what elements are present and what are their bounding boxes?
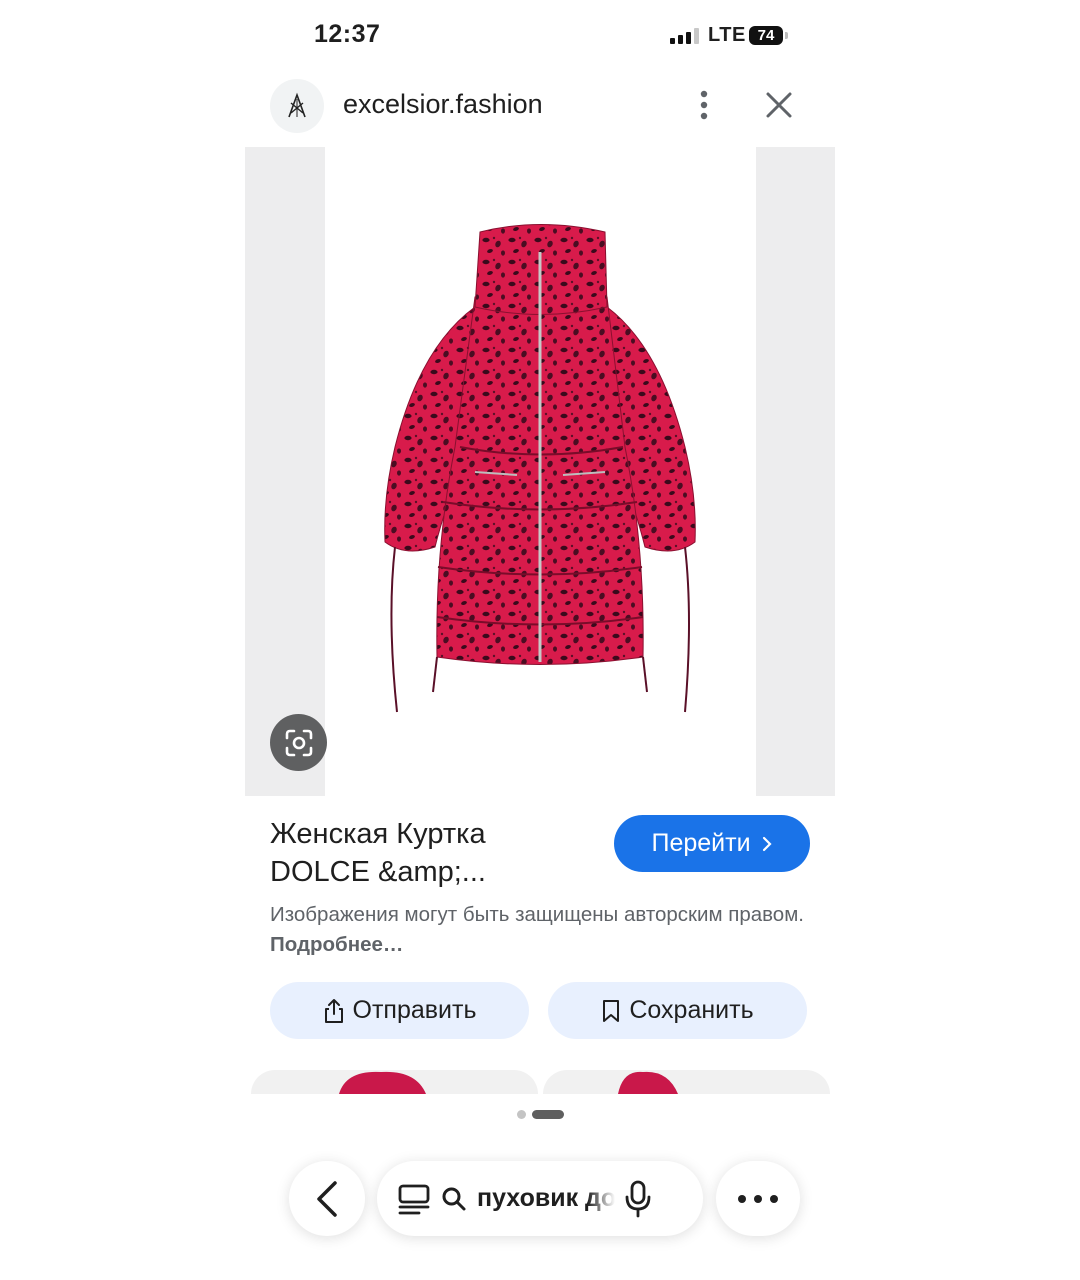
visit-label: Перейти <box>651 829 751 857</box>
mic-icon[interactable] <box>625 1180 651 1218</box>
lens-button[interactable] <box>270 714 327 771</box>
share-label: Отправить <box>352 996 477 1024</box>
jacket-illustration <box>384 224 696 713</box>
copyright-text: Изображения могут быть защищены авторски… <box>270 903 805 926</box>
share-icon <box>324 998 343 1023</box>
close-icon[interactable] <box>760 86 798 124</box>
site-logo[interactable] <box>270 79 324 133</box>
product-title: Женская Куртка DOLCE &amp;... <box>270 815 590 891</box>
signal-icon <box>670 28 700 44</box>
search-bar[interactable]: пуховик до <box>377 1161 703 1236</box>
related-thumbnail[interactable] <box>251 1070 538 1094</box>
more-menu-button[interactable] <box>716 1161 800 1236</box>
tabs-icon[interactable] <box>397 1182 431 1216</box>
bookmark-icon <box>603 999 620 1022</box>
back-arrow-icon <box>317 1180 337 1217</box>
product-title-line1: Женская Куртка <box>270 818 486 850</box>
share-button[interactable]: Отправить <box>270 982 529 1039</box>
site-logo-mark <box>288 92 306 118</box>
site-name[interactable]: excelsior.fashion <box>343 89 543 120</box>
product-title-line2: DOLCE &amp;... <box>270 856 486 888</box>
back-button[interactable] <box>289 1161 365 1236</box>
pager-dot-active <box>532 1110 564 1119</box>
product-image[interactable] <box>245 147 835 796</box>
more-vert-icon[interactable] <box>690 86 718 124</box>
copyright-notice: Изображения могут быть защищены авторски… <box>270 900 830 960</box>
visit-button[interactable]: Перейти <box>614 815 810 872</box>
status-time: 12:37 <box>314 20 381 48</box>
image-canvas <box>325 147 756 796</box>
chevron-right-icon <box>762 836 772 851</box>
save-label: Сохранить <box>629 996 754 1024</box>
more-horiz-icon <box>738 1194 778 1203</box>
search-icon <box>442 1187 466 1210</box>
search-query[interactable]: пуховик до <box>477 1184 615 1213</box>
pager-dot <box>517 1110 526 1119</box>
save-button[interactable]: Сохранить <box>548 982 807 1039</box>
battery-cap <box>785 32 788 39</box>
battery-indicator: 74 <box>749 26 783 45</box>
network-label: LTE <box>708 24 746 46</box>
related-thumbnail[interactable] <box>543 1070 830 1094</box>
lens-icon <box>285 729 312 756</box>
learn-more-link[interactable]: Подробнее… <box>270 933 403 956</box>
